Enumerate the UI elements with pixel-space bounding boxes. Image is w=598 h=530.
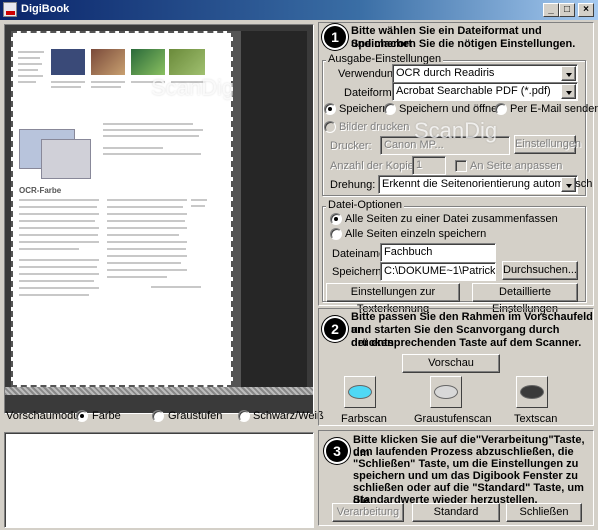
chevron-down-icon[interactable] <box>561 84 576 99</box>
dateiformat-select[interactable]: Acrobat Searchable PDF (*.pdf) <box>392 82 578 101</box>
title-bar: DigiBook _ □ × <box>0 0 598 20</box>
standard-button[interactable]: Standard <box>412 503 500 522</box>
page-sidebar-text <box>18 51 46 121</box>
text-scan-icon <box>520 385 544 399</box>
scanner-bed <box>241 31 307 387</box>
page-spine-shadow <box>233 31 241 387</box>
page-photo-2 <box>91 49 125 75</box>
dateiformat-value: Acrobat Searchable PDF (*.pdf) <box>396 85 551 97</box>
verwendung-select[interactable]: OCR durch Readiris <box>392 64 578 83</box>
mode-color-label[interactable]: Farbe <box>92 410 121 422</box>
file-options-title: Datei-Optionen <box>326 199 404 211</box>
single-file-label[interactable]: Alle Seiten zu einer Datei zusammenfasse… <box>345 213 558 225</box>
page-photo-3 <box>131 49 165 75</box>
grayscale-scan-button[interactable] <box>430 376 462 408</box>
step3-number: 3 <box>326 440 348 462</box>
color-scan-icon <box>348 385 372 399</box>
rotation-label: Drehung: <box>330 179 376 191</box>
copies-value: 1 <box>416 159 423 171</box>
mode-bw-radio[interactable] <box>238 410 250 422</box>
copies-input[interactable]: 1 <box>412 156 446 175</box>
save-path-label: Speichern: <box>332 266 385 278</box>
preview-pane[interactable]: OCR-Farbe ScanDig <box>4 24 314 414</box>
step2-instructions-line3: der entsprechenden Taste auf dem Scanner… <box>351 337 582 349</box>
minimize-button[interactable]: _ <box>543 3 559 17</box>
grayscale-scan-label: Graustufenscan <box>414 413 492 425</box>
mode-grayscale-radio[interactable] <box>152 410 164 422</box>
preview-border-strip <box>5 387 313 395</box>
page-screenshot-2 <box>41 139 91 179</box>
copies-label: Anzahl der Kopien: <box>330 160 423 172</box>
color-scan-label: Farbscan <box>341 413 387 425</box>
text-scan-button[interactable] <box>516 376 548 408</box>
log-output-box <box>4 432 314 528</box>
verwendung-value: OCR durch Readiris <box>396 67 495 79</box>
fit-page-label: An Seite anpassen <box>470 160 563 172</box>
browse-button[interactable]: Durchsuchen... <box>502 261 578 280</box>
separate-files-radio[interactable] <box>330 228 342 240</box>
drucker-label: Drucker: <box>330 140 372 152</box>
page-photo-1 <box>51 49 85 75</box>
step1-instructions-line2: und machen Sie die nötigen Einstellungen… <box>351 38 576 50</box>
print-images-radio[interactable] <box>324 121 336 133</box>
page-column-left <box>19 199 99 329</box>
settings-watermark: ScanDig <box>414 118 498 143</box>
save-open-radio[interactable] <box>384 103 396 115</box>
save-path-input[interactable]: C:\DOKUME~1\Patrick\EIG <box>380 262 496 281</box>
page-column-right <box>107 199 187 329</box>
preview-button[interactable]: Vorschau <box>402 354 500 373</box>
email-radio[interactable] <box>495 103 507 115</box>
page-footer <box>151 286 201 290</box>
grayscale-scan-icon <box>434 385 458 399</box>
rotation-select[interactable]: Erkennt die Seitenorientierung automatis… <box>378 175 592 194</box>
step2-number: 2 <box>324 318 346 340</box>
color-scan-button[interactable] <box>344 376 376 408</box>
app-icon <box>3 2 17 17</box>
page-column-top <box>103 123 213 183</box>
save-open-label[interactable]: Speichern und öffnen <box>399 103 503 115</box>
close-button[interactable]: × <box>578 3 594 17</box>
print-images-label: Bilder drucken <box>339 121 410 133</box>
page-heading: OCR-Farbe <box>19 186 62 195</box>
mode-grayscale-label[interactable]: Graustufen <box>168 410 222 422</box>
filename-input[interactable]: Fachbuch <box>380 243 496 262</box>
step1-number: 1 <box>324 26 346 48</box>
printer-settings-button[interactable]: Einstellungen <box>514 135 581 154</box>
page-photo-4 <box>169 49 205 75</box>
chevron-down-icon[interactable] <box>561 66 576 81</box>
save-radio[interactable] <box>324 103 336 115</box>
mode-color-radio[interactable] <box>76 410 88 422</box>
single-file-radio[interactable] <box>330 213 342 225</box>
fit-page-checkbox[interactable] <box>455 160 467 172</box>
text-scan-label: Textscan <box>514 413 558 425</box>
save-label[interactable]: Speichern <box>339 103 389 115</box>
ocr-settings-button[interactable]: Einstellungen zur Texterkennung <box>326 283 460 315</box>
email-label[interactable]: Per E-Mail senden <box>510 103 598 115</box>
filename-value: Fachbuch <box>384 246 433 258</box>
maximize-button[interactable]: □ <box>559 3 575 17</box>
close-dialog-button[interactable]: Schließen <box>506 503 582 522</box>
mode-bw-label[interactable]: Schwarz/Weiß <box>253 410 324 422</box>
page-margin-note <box>191 199 211 219</box>
preview-watermark: ScanDig <box>151 75 235 100</box>
window-title: DigiBook <box>21 3 70 15</box>
process-button[interactable]: Verarbeitung <box>332 503 404 522</box>
detailed-settings-button[interactable]: Detaillierte Einstellungen <box>472 283 578 315</box>
chevron-down-icon[interactable] <box>561 177 576 192</box>
separate-files-label[interactable]: Alle Seiten einzeln speichern <box>345 228 486 240</box>
save-path-value: C:\DOKUME~1\Patrick\EIG <box>384 265 496 277</box>
